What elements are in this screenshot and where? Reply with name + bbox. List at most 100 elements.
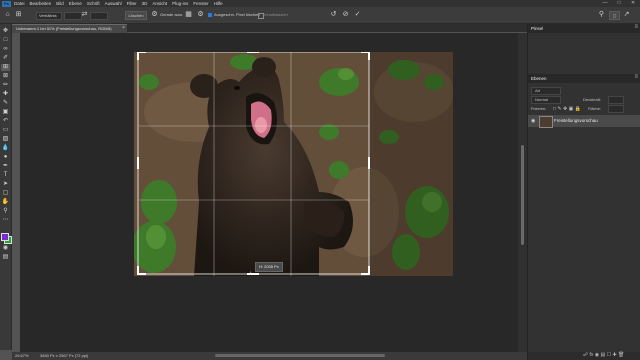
minimize-icon[interactable]: — bbox=[598, 0, 612, 7]
lasso-tool-icon[interactable]: ∞ bbox=[1, 46, 10, 53]
lock-icons[interactable]: □ ✎ ✥ ▣ 🔒 bbox=[553, 106, 581, 112]
fill-input[interactable] bbox=[608, 105, 624, 113]
ratio-value: Verhältnis bbox=[39, 13, 57, 18]
menu-view[interactable]: Ansicht bbox=[152, 0, 167, 7]
layer-actions-icons[interactable]: ☍ fx ◉ ▤ ☐ ✚ 🗑 bbox=[583, 352, 624, 358]
right-panels: Pinsel ≡ Ebenen ≡ Art Normal Deckkraft: … bbox=[527, 24, 640, 360]
gradient-tool-icon[interactable]: ▧ bbox=[1, 136, 10, 143]
eraser-tool-icon[interactable]: ▭ bbox=[1, 127, 10, 134]
menu-filter[interactable]: Filter bbox=[127, 0, 137, 7]
screen-mode-icon[interactable]: ▤ bbox=[1, 254, 10, 261]
lock-label: Fixieren: bbox=[531, 106, 547, 111]
crop-tool-icon[interactable]: ⊞ bbox=[14, 11, 23, 19]
menu-edit[interactable]: Bearbeiten bbox=[30, 0, 52, 7]
resize-cursor-icon: ↕ bbox=[249, 271, 252, 277]
swap-icon[interactable]: ⇄ bbox=[81, 11, 88, 19]
menu-bar: Ps Datei Bearbeiten Bild Ebene Schrift A… bbox=[0, 0, 640, 7]
crop-size-readout: H: 2035 Px bbox=[259, 264, 279, 269]
opacity-input[interactable] bbox=[608, 96, 624, 104]
reset-icon[interactable]: ↺ bbox=[329, 11, 338, 19]
share-icon[interactable]: ↗ bbox=[622, 11, 631, 19]
commit-check-icon[interactable]: ✓ bbox=[353, 11, 362, 19]
blend-mode-value: Normal bbox=[535, 97, 548, 102]
layers-panel-header: Ebenen ≡ bbox=[528, 74, 640, 83]
ratio-select[interactable]: Verhältnis bbox=[36, 12, 62, 20]
blend-mode-select[interactable]: Normal bbox=[531, 96, 561, 104]
frame-tool-icon[interactable]: ⊠ bbox=[1, 73, 10, 80]
workspace-button[interactable]: ▢ bbox=[609, 11, 620, 20]
zoom-tool-icon[interactable]: ⚲ bbox=[1, 208, 10, 215]
layer-thumbnail bbox=[539, 116, 553, 128]
visibility-eye-icon[interactable]: ◉ bbox=[531, 118, 535, 124]
settings-gear-icon[interactable]: ⚙ bbox=[196, 11, 205, 19]
overlay-grid-icon[interactable]: ▦ bbox=[184, 11, 193, 19]
straighten-icon[interactable]: ⚙ bbox=[150, 11, 159, 19]
options-bar: ⌂ ⊞ Verhältnis ⇄ Löschen ⚙ Gerade ausr. … bbox=[0, 7, 640, 24]
bear-photo-image bbox=[134, 52, 453, 276]
menu-window[interactable]: Fenster bbox=[193, 0, 208, 7]
dodge-tool-icon[interactable]: ● bbox=[1, 154, 10, 161]
more-tools-icon[interactable]: ⋯ bbox=[1, 217, 10, 224]
menu-help[interactable]: Hilfe bbox=[214, 0, 223, 7]
eyedropper-tool-icon[interactable]: ✏ bbox=[1, 82, 10, 89]
menu-image[interactable]: Bild bbox=[56, 0, 64, 7]
content-aware-label: Inhaltsbasiert bbox=[264, 12, 288, 17]
opacity-label: Deckkraft: bbox=[583, 97, 602, 102]
straighten-label[interactable]: Gerade ausr. bbox=[160, 12, 183, 18]
foreground-color-swatch[interactable] bbox=[1, 233, 9, 241]
menu-plugins[interactable]: Plug-ins bbox=[172, 0, 188, 7]
zoom-level[interactable]: 26,67% bbox=[15, 353, 29, 358]
ratio-width-input[interactable] bbox=[64, 12, 82, 20]
menu-select[interactable]: Auswahl bbox=[105, 0, 122, 7]
history-brush-tool-icon[interactable]: ↶ bbox=[1, 118, 10, 125]
marquee-tool-icon[interactable]: □ bbox=[1, 37, 10, 44]
delete-cropped-checkbox[interactable] bbox=[208, 13, 212, 17]
kind-label: Art bbox=[535, 88, 541, 93]
horizontal-scroll-thumb[interactable] bbox=[215, 354, 385, 357]
path-selection-tool-icon[interactable]: ➤ bbox=[1, 181, 10, 188]
rectangle-tool-icon[interactable]: ▢ bbox=[1, 190, 10, 197]
brush-panel-title[interactable]: Pinsel bbox=[531, 26, 543, 31]
blur-tool-icon[interactable]: 💧 bbox=[1, 145, 10, 152]
bear-photo[interactable] bbox=[134, 52, 453, 276]
menu-layer[interactable]: Ebene bbox=[69, 0, 82, 7]
menu-file[interactable]: Datei bbox=[14, 0, 25, 7]
crop-tool-icon[interactable]: ⊞ bbox=[1, 64, 10, 71]
tools-panel: ✥ □ ∞ ✐ ⊞ ⊠ ✏ ✚ ✎ ▣ ↶ ▭ ▧ 💧 ● ✒ T ➤ ▢ ✋ … bbox=[0, 24, 12, 350]
layer-name: Freistellungsvorschau bbox=[554, 118, 598, 123]
clear-button[interactable]: Löschen bbox=[125, 11, 147, 20]
panel-menu-icon[interactable]: ≡ bbox=[634, 24, 638, 30]
type-tool-icon[interactable]: T bbox=[1, 172, 10, 179]
ratio-height-input[interactable] bbox=[90, 12, 108, 20]
cancel-icon[interactable]: ⊘ bbox=[341, 11, 350, 19]
search-icon[interactable]: ⚲ bbox=[597, 11, 606, 19]
close-tab-icon[interactable]: × bbox=[122, 25, 125, 31]
menu-3d[interactable]: 3D bbox=[142, 0, 148, 7]
clone-stamp-tool-icon[interactable]: ▣ bbox=[1, 109, 10, 116]
hand-tool-icon[interactable]: ✋ bbox=[1, 199, 10, 206]
pen-tool-icon[interactable]: ✒ bbox=[1, 163, 10, 170]
close-window-icon[interactable]: ✕ bbox=[626, 0, 640, 7]
maximize-icon[interactable]: □ bbox=[612, 0, 626, 7]
layers-menu-icon[interactable]: ≡ bbox=[634, 74, 638, 80]
layer-filter-kind[interactable]: Art bbox=[531, 87, 561, 95]
healing-brush-tool-icon[interactable]: ✚ bbox=[1, 91, 10, 98]
brush-panel-header: Pinsel ≡ bbox=[528, 24, 640, 33]
layers-footer: ☍ fx ◉ ▤ ☐ ✚ 🗑 bbox=[528, 352, 640, 360]
brush-tool-icon[interactable]: ✎ bbox=[1, 100, 10, 107]
document-tab[interactable]: Unbenannt-1 bei 51% (Freistellungsvorsch… bbox=[12, 24, 127, 33]
delete-cropped-label: Ausgeschn. Pixel löschen bbox=[214, 12, 260, 17]
photoshop-logo-icon: Ps bbox=[2, 0, 11, 7]
quick-mask-icon[interactable]: ◉ bbox=[1, 245, 10, 252]
fill-label: Fläche: bbox=[588, 106, 602, 111]
crop-size-tooltip: H: 2035 Px bbox=[255, 262, 283, 272]
home-icon[interactable]: ⌂ bbox=[3, 11, 12, 19]
menu-type[interactable]: Schrift bbox=[87, 0, 100, 7]
vertical-scroll-thumb[interactable] bbox=[521, 145, 524, 245]
quick-select-tool-icon[interactable]: ✐ bbox=[1, 55, 10, 62]
document-tab-title: Unbenannt-1 bei 51% (Freistellungsvorsch… bbox=[16, 26, 112, 31]
move-tool-icon[interactable]: ✥ bbox=[1, 28, 10, 35]
layer-row-crop-preview[interactable]: ◉ Freistellungsvorschau bbox=[528, 115, 640, 128]
layers-panel-title[interactable]: Ebenen bbox=[531, 76, 547, 81]
document-info[interactable]: 3840 Px x 2567 Px (72 ppi) bbox=[40, 353, 88, 358]
